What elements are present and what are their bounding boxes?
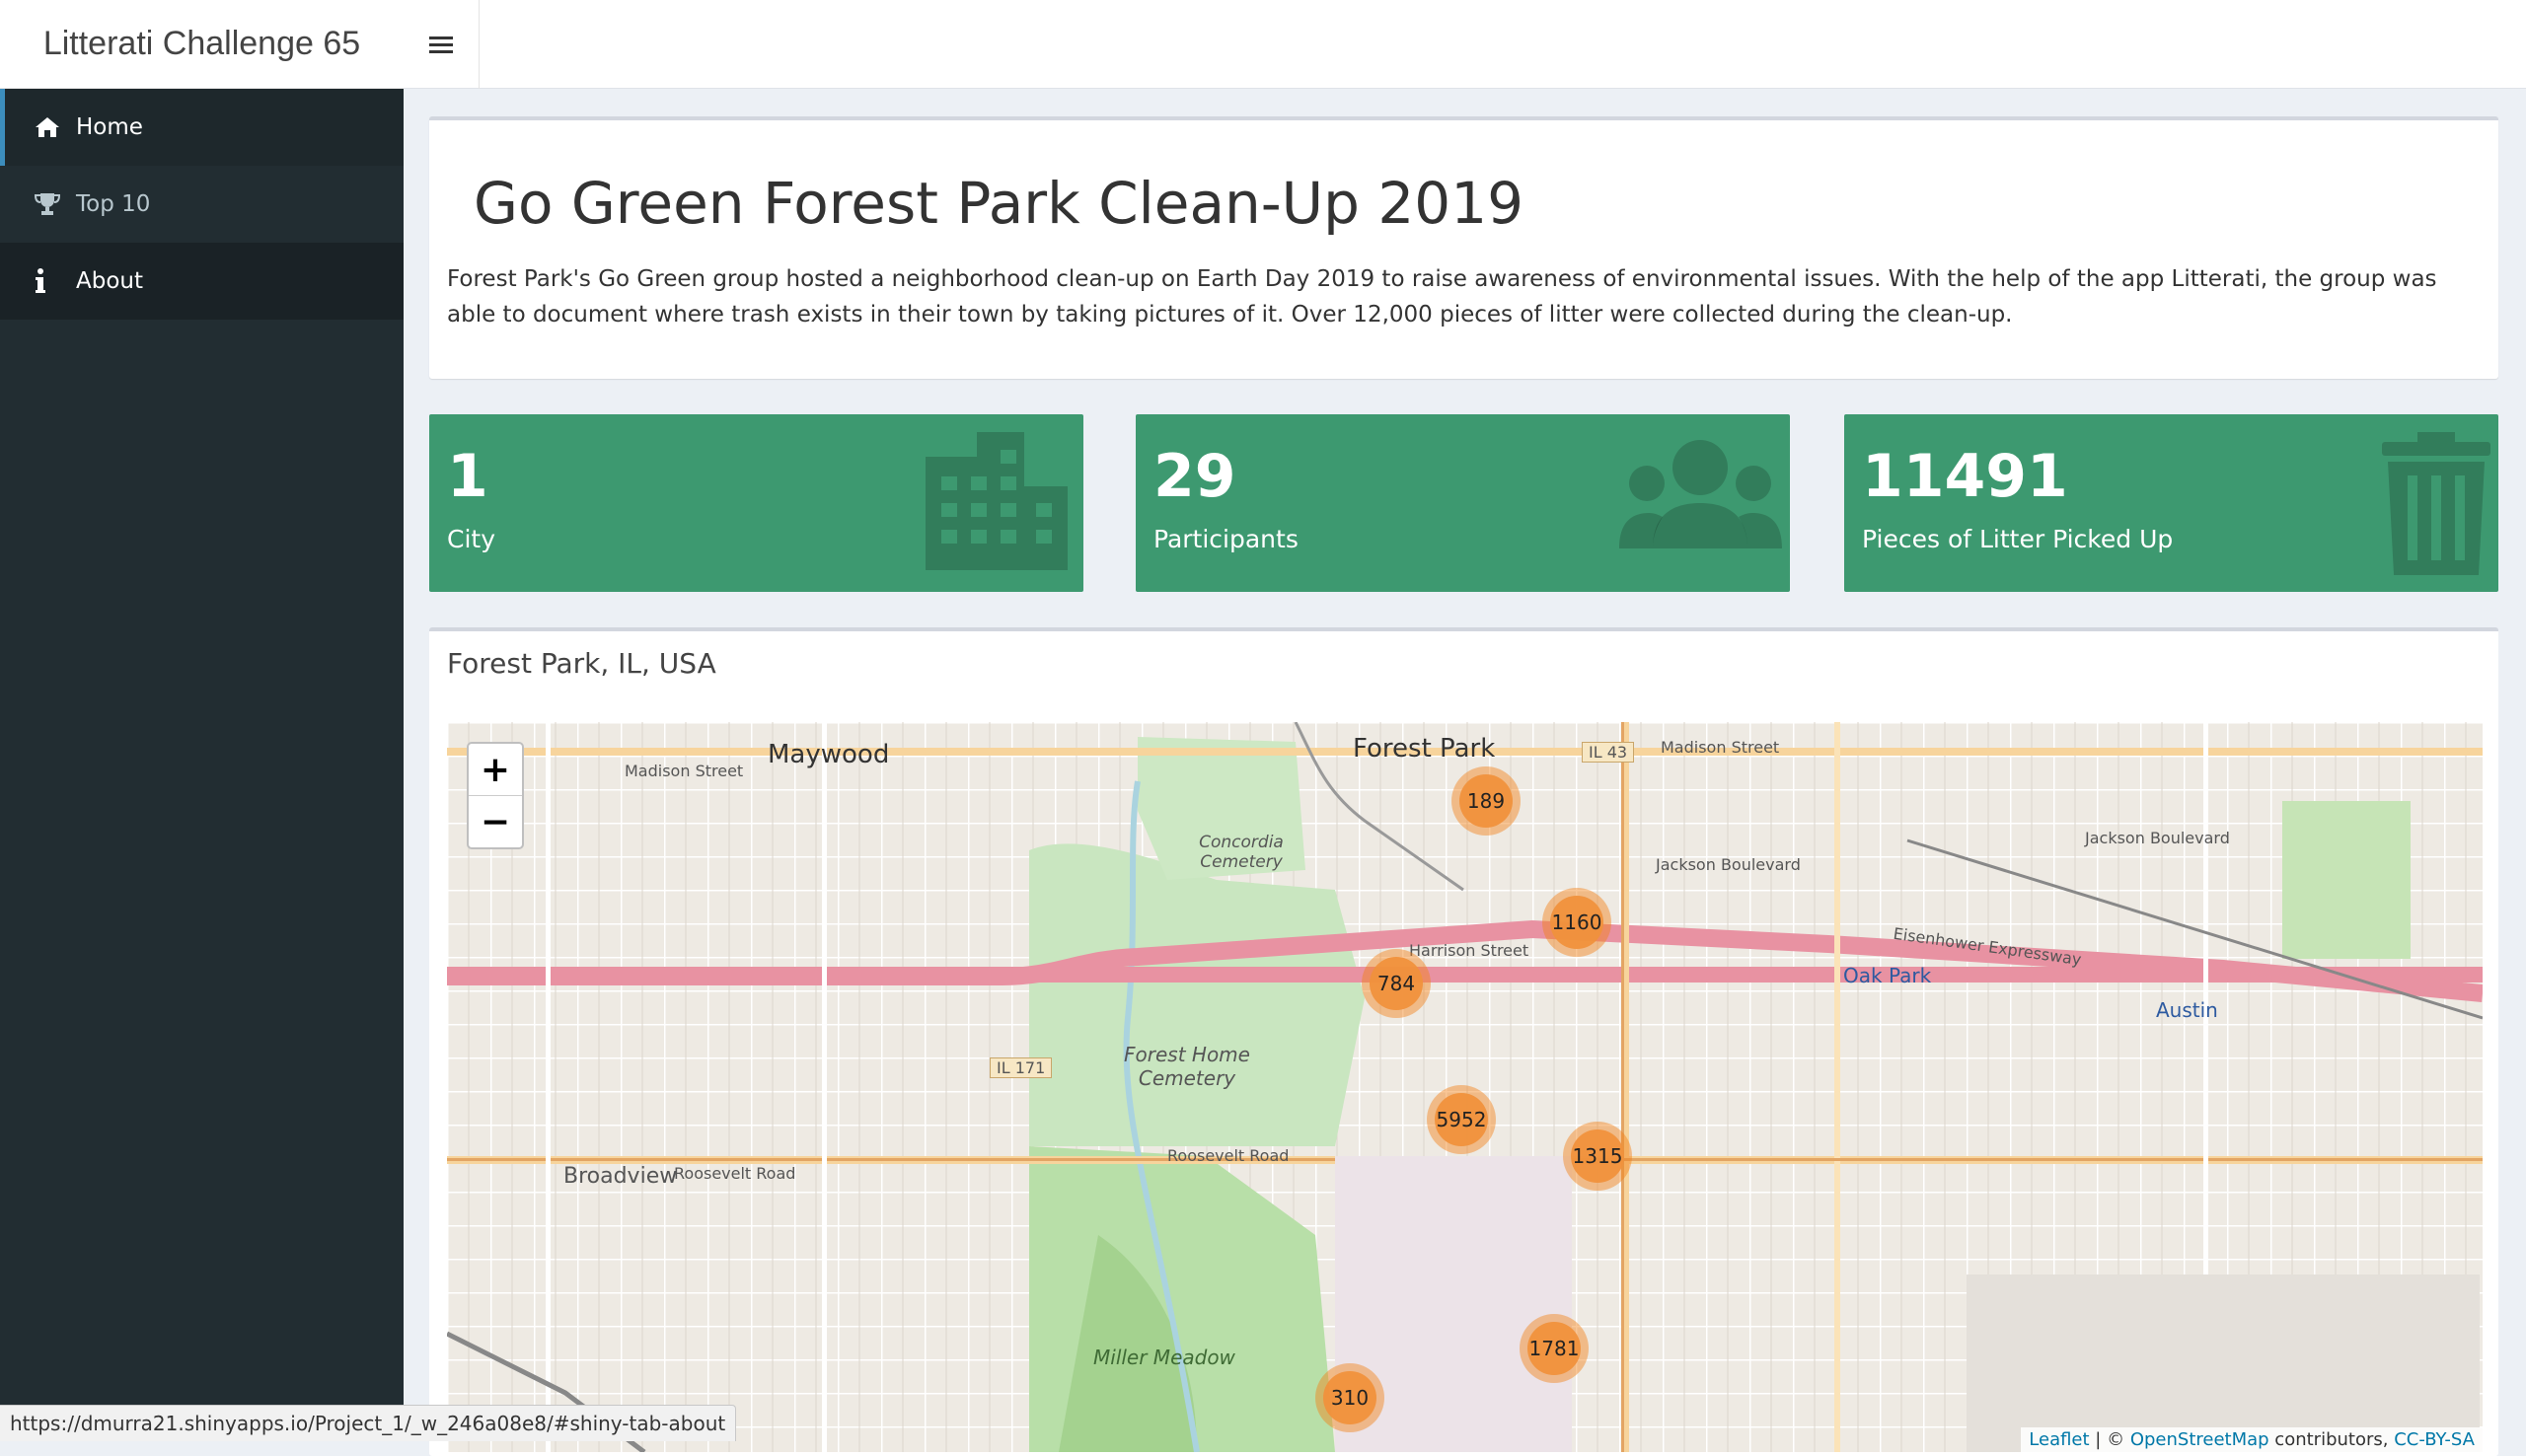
- sidebar-toggle-button[interactable]: [404, 0, 480, 89]
- sidebar-item-label: Home: [76, 114, 143, 140]
- value-box-label: Participants: [1153, 525, 1299, 553]
- cluster-count: 1160: [1550, 896, 1603, 949]
- intro-text: Forest Park's Go Green group hosted a ne…: [447, 266, 2437, 328]
- map-attribution: Leaflet | © OpenStreetMap contributors, …: [2021, 1427, 2483, 1452]
- intro-box: Go Green Forest Park Clean-Up 2019 Fores…: [429, 116, 2498, 379]
- map-cluster[interactable]: 784: [1362, 949, 1431, 1018]
- leaflet-map[interactable]: Maywood Forest Park Broadview Oak Park A…: [447, 722, 2483, 1452]
- cluster-count: 1781: [1527, 1322, 1581, 1375]
- sidebar-item-label: About: [76, 268, 144, 294]
- value-box-participants: 29 Participants: [1136, 414, 1790, 592]
- attribution-contrib: contributors,: [2268, 1429, 2395, 1450]
- building-icon: [918, 432, 1076, 574]
- map-cluster[interactable]: 1315: [1563, 1122, 1632, 1191]
- map-label-madison-east: Madison Street: [1661, 738, 1780, 757]
- cluster-count: 5952: [1435, 1093, 1488, 1146]
- map-label-roosevelt: Roosevelt Road: [1167, 1146, 1290, 1165]
- value-box-number: 11491: [1862, 442, 2068, 511]
- map-cluster[interactable]: 5952: [1427, 1085, 1496, 1154]
- users-icon: [1619, 432, 1782, 574]
- map-label-oak-park: Oak Park: [1843, 964, 1932, 987]
- map-label-jackson-east: Jackson Boulevard: [2085, 829, 2230, 847]
- value-box-label: City: [447, 525, 495, 553]
- map-label-madison: Madison Street: [625, 762, 744, 780]
- map-cluster[interactable]: 310: [1315, 1363, 1384, 1432]
- sidebar-item-top10[interactable]: Top 10: [0, 166, 404, 243]
- map-label-miller-meadow: Miller Meadow: [1093, 1346, 1235, 1369]
- value-box-city: 1 City: [429, 414, 1083, 592]
- osm-link[interactable]: OpenStreetMap: [2130, 1429, 2269, 1450]
- map-label-maywood: Maywood: [768, 740, 890, 769]
- attribution-sep: | ©: [2089, 1429, 2130, 1450]
- value-box-number: 1: [447, 442, 488, 511]
- sidebar-item-about[interactable]: About: [0, 243, 404, 320]
- sidebar-item-label: Top 10: [76, 191, 151, 217]
- zoom-in-button[interactable]: +: [469, 744, 522, 796]
- map-label-roosevelt-west: Roosevelt Road: [674, 1164, 796, 1183]
- map-label-broadview: Broadview: [563, 1164, 678, 1189]
- map-label-forest-park: Forest Park: [1353, 734, 1496, 764]
- home-icon: [35, 116, 76, 138]
- cluster-count: 189: [1459, 774, 1513, 828]
- zoom-control: + −: [467, 742, 524, 849]
- map-label-il171: IL 171: [990, 1057, 1053, 1078]
- leaflet-link[interactable]: Leaflet: [2029, 1429, 2089, 1450]
- map-label-il43: IL 43: [1582, 742, 1635, 763]
- map-label-forest-home-cemetery: Forest Home Cemetery: [1124, 1043, 1250, 1090]
- page-title: Go Green Forest Park Clean-Up 2019: [474, 170, 1523, 237]
- map-label-jackson: Jackson Boulevard: [1656, 855, 1801, 874]
- zoom-out-button[interactable]: −: [469, 796, 522, 847]
- app-title[interactable]: Litterati Challenge 65: [0, 0, 404, 89]
- info-icon: [35, 268, 76, 294]
- license-link[interactable]: CC-BY-SA: [2394, 1429, 2475, 1450]
- map-cluster[interactable]: 1781: [1520, 1314, 1589, 1383]
- map-title: Forest Park, IL, USA: [447, 647, 716, 680]
- map-label-austin: Austin: [2156, 998, 2218, 1022]
- cluster-count: 784: [1370, 957, 1423, 1010]
- hamburger-icon: [429, 36, 453, 53]
- map-cluster[interactable]: 1160: [1542, 888, 1611, 957]
- map-label-harrison: Harrison Street: [1409, 941, 1529, 960]
- top-navbar: [404, 0, 2526, 89]
- trophy-icon: [35, 192, 76, 216]
- map-box: Forest Park, IL, USA Maywood Forest Park…: [429, 627, 2498, 1456]
- sidebar-item-home[interactable]: Home: [0, 89, 404, 166]
- cluster-count: 1315: [1571, 1129, 1624, 1183]
- cluster-count: 310: [1323, 1371, 1376, 1424]
- status-bar-url: https://dmurra21.shinyapps.io/Project_1/…: [0, 1405, 737, 1441]
- value-box-label: Pieces of Litter Picked Up: [1862, 525, 2174, 553]
- sidebar: Home Top 10 About: [0, 89, 404, 1441]
- map-cluster[interactable]: 189: [1451, 766, 1521, 836]
- map-label-concordia: Concordia Cemetery: [1199, 833, 1284, 872]
- value-box-litter: 11491 Pieces of Litter Picked Up: [1844, 414, 2498, 592]
- trash-icon: [2382, 432, 2490, 579]
- value-box-number: 29: [1153, 442, 1236, 511]
